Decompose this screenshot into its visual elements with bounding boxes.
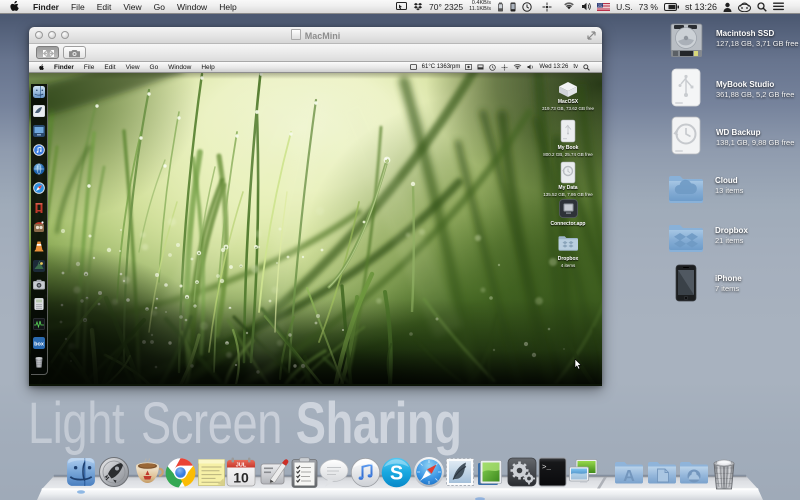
svg-text:S: S — [390, 463, 403, 485]
svg-text:>_: >_ — [542, 464, 552, 472]
svg-text:10: 10 — [233, 470, 249, 486]
svg-text:A: A — [623, 468, 635, 485]
svg-text:JUL: JUL — [236, 463, 247, 469]
svg-text:box: box — [34, 342, 45, 348]
